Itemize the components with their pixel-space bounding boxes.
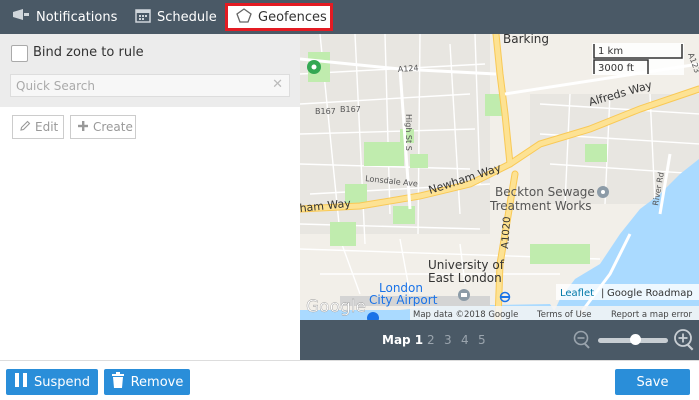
megaphone-icon — [12, 8, 30, 26]
map-page-1[interactable]: Map 1 — [382, 333, 423, 347]
map-label-b167b: B167 — [340, 105, 361, 114]
zoom-out-icon[interactable] — [573, 330, 593, 354]
geofence-toolbar: Edit Create — [0, 107, 300, 140]
edit-button-label: Edit — [35, 120, 59, 134]
suspend-button[interactable]: Suspend — [6, 369, 98, 395]
map-label-b167a: B167 — [315, 107, 336, 116]
bind-zone-label: Bind zone to rule — [33, 45, 144, 60]
pencil-icon — [19, 120, 31, 135]
tab-notifications[interactable]: Notifications — [12, 0, 117, 34]
attribution-report-link[interactable]: Report a map error — [611, 310, 692, 320]
save-button-label: Save — [636, 374, 669, 390]
map-view[interactable]: Barking Beckton Sewage Treatment Works U… — [300, 34, 699, 320]
bottom-action-bar: Suspend Remove Save — [0, 360, 699, 400]
map-canvas[interactable]: Barking Beckton Sewage Treatment Works U… — [300, 34, 699, 320]
create-button[interactable]: Create — [70, 115, 136, 139]
map-label-a124: A124 — [398, 64, 419, 74]
map-label-beckton-2: Treatment Works — [489, 199, 592, 213]
map-label-a1020: A1020 — [500, 216, 513, 249]
quick-search-input[interactable] — [11, 75, 261, 96]
map-label-airport-2: City Airport — [369, 293, 438, 307]
top-tab-bar: Notifications Schedule Geofences — [0, 0, 699, 34]
pause-icon — [14, 372, 28, 392]
trash-icon — [111, 372, 125, 392]
save-button[interactable]: Save — [615, 369, 690, 395]
map-page-4[interactable]: 4 — [461, 333, 469, 347]
calendar-icon — [135, 8, 151, 27]
map-page-2[interactable]: 2 — [427, 333, 435, 347]
tab-schedule-label: Schedule — [157, 9, 217, 25]
tab-notifications-label: Notifications — [36, 9, 118, 25]
edit-button[interactable]: Edit — [12, 115, 64, 139]
attribution-map-data: Map data ©2018 Google — [413, 310, 518, 320]
suspend-button-label: Suspend — [33, 374, 90, 390]
tab-geofences-label: Geofences — [258, 9, 327, 25]
map-poi-university-icon[interactable] — [458, 289, 470, 301]
tab-schedule[interactable]: Schedule — [135, 0, 217, 34]
bind-zone-checkbox[interactable] — [11, 45, 28, 62]
map-page-3[interactable]: 3 — [444, 333, 452, 347]
pentagon-icon — [236, 7, 252, 27]
google-logo: Google — [306, 297, 366, 317]
map-label-high-st: High St S — [404, 114, 413, 151]
attribution-roadmap: Google Roadmap — [607, 288, 693, 299]
scale-imperial-label: 3000 ft — [598, 63, 634, 74]
zoom-slider[interactable] — [598, 334, 668, 345]
scale-metric-label: 1 km — [598, 46, 623, 57]
map-pager-bar: Map 1 2 3 4 5 — [300, 320, 699, 360]
geofence-list-panel: Bind zone to rule ✕ Edit Create — [0, 34, 300, 360]
zoom-in-icon[interactable] — [673, 328, 697, 356]
map-page-5[interactable]: 5 — [478, 333, 486, 347]
map-poi-pin-icon[interactable] — [307, 60, 321, 74]
bind-zone-section: Bind zone to rule ✕ — [0, 34, 300, 107]
attribution-leaflet-link[interactable]: Leaflet — [560, 288, 594, 299]
attribution-terms-link[interactable]: Terms of Use — [536, 310, 592, 320]
clear-search-icon[interactable]: ✕ — [272, 77, 283, 92]
map-scale-bar: 1 km 3000 ft — [592, 43, 684, 75]
map-label-beckton-1: Beckton Sewage — [495, 185, 595, 199]
remove-button[interactable]: Remove — [104, 369, 190, 395]
map-label-uel-1: University of — [428, 258, 505, 272]
map-poi-sewage-icon[interactable] — [597, 186, 609, 198]
plus-icon — [77, 120, 89, 135]
create-button-label: Create — [93, 120, 133, 134]
remove-button-label: Remove — [130, 374, 184, 390]
map-label-barking: Barking — [503, 34, 549, 46]
zoom-slider-handle[interactable] — [630, 334, 641, 345]
tab-geofences[interactable]: Geofences — [225, 3, 333, 31]
quick-search: ✕ — [10, 74, 290, 97]
map-label-uel-2: East London — [428, 271, 502, 285]
attribution-separator: | — [601, 288, 604, 299]
